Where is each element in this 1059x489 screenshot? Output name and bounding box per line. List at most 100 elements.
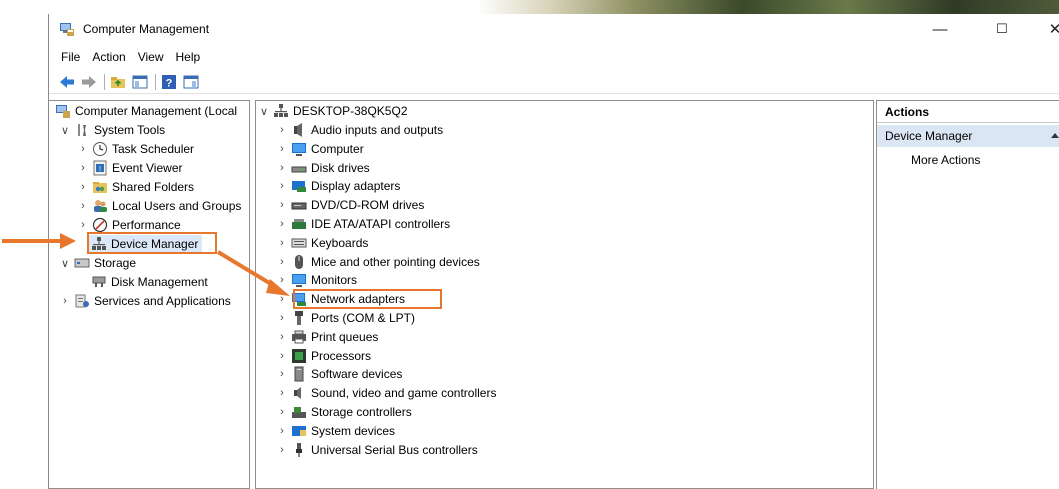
device-category-row[interactable]: › Storage controllers — [276, 403, 412, 421]
chevron-right-icon[interactable]: › — [276, 290, 288, 308]
storage-controller-icon — [291, 404, 307, 420]
actions-section-device-manager[interactable]: Device Manager — [877, 125, 1059, 147]
tree-item-local-users-groups[interactable]: › Local Users and Groups — [77, 197, 241, 215]
services-icon — [74, 293, 90, 309]
processor-icon — [291, 348, 307, 364]
device-category-row[interactable]: › Sound, video and game controllers — [276, 384, 496, 402]
device-category-row[interactable]: › Mice and other pointing devices — [276, 253, 480, 271]
device-category-row[interactable]: › DVD/CD-ROM drives — [276, 196, 424, 214]
device-category-row[interactable]: › Print queues — [276, 328, 378, 346]
chevron-right-icon[interactable]: › — [276, 422, 288, 440]
up-folder-icon[interactable] — [108, 72, 128, 92]
tree-item-label: Mice and other pointing devices — [311, 254, 480, 269]
tree-item-label: Keyboards — [311, 235, 369, 250]
collapse-triangle-icon[interactable] — [1051, 133, 1059, 138]
computer-management-icon — [55, 103, 71, 119]
chevron-right-icon[interactable]: › — [276, 441, 288, 459]
tree-item-storage[interactable]: ∨ Storage — [59, 254, 136, 272]
chevron-right-icon[interactable]: › — [276, 347, 288, 365]
chevron-right-icon[interactable]: › — [276, 159, 288, 177]
chevron-down-icon[interactable]: ∨ — [59, 254, 71, 272]
computer-management-icon — [59, 21, 75, 37]
close-button[interactable]: ✕ — [1032, 14, 1059, 44]
menu-file[interactable]: File — [49, 46, 86, 68]
chevron-right-icon[interactable]: › — [276, 328, 288, 346]
device-category-row[interactable]: › Audio inputs and outputs — [276, 121, 443, 139]
toolbar-separator — [155, 73, 156, 90]
more-actions-link[interactable]: More Actions — [911, 151, 980, 169]
device-category-row[interactable]: › System devices — [276, 422, 395, 440]
software-device-icon — [291, 366, 307, 382]
chevron-right-icon[interactable]: › — [77, 178, 89, 196]
menu-view[interactable]: View — [132, 46, 170, 68]
tree-item-system-tools[interactable]: ∨ System Tools — [59, 121, 165, 139]
device-category-row[interactable]: › Monitors — [276, 271, 357, 289]
chevron-right-icon[interactable]: › — [276, 140, 288, 158]
disk-drive-icon — [291, 160, 307, 176]
tree-item-label: Software devices — [311, 367, 403, 382]
menu-action[interactable]: Action — [86, 46, 131, 68]
tree-item-label: DVD/CD-ROM drives — [311, 198, 425, 213]
ide-controller-icon — [291, 216, 307, 232]
chevron-down-icon[interactable]: ∨ — [59, 121, 71, 139]
tree-item-computer-management[interactable]: Computer Management (Local — [55, 102, 237, 120]
chevron-right-icon[interactable]: › — [276, 121, 288, 139]
highlight-network-adapters — [293, 289, 442, 309]
tree-item-shared-folders[interactable]: › Shared Folders — [77, 178, 194, 196]
device-category-row[interactable]: › Keyboards — [276, 234, 368, 252]
toolbar: ? — [49, 70, 1059, 94]
device-category-row[interactable]: › Software devices — [276, 365, 402, 383]
window-title: Computer Management — [83, 22, 210, 36]
device-category-row[interactable]: › IDE ATA/ATAPI controllers — [276, 215, 450, 233]
tree-item-disk-management[interactable]: Disk Management — [89, 273, 208, 291]
back-arrow-icon[interactable] — [57, 72, 77, 92]
device-category-row[interactable]: › Computer — [276, 140, 364, 158]
device-category-row[interactable]: › Universal Serial Bus controllers — [276, 441, 478, 459]
chevron-right-icon[interactable]: › — [276, 215, 288, 233]
menu-help[interactable]: Help — [170, 46, 207, 68]
chevron-right-icon[interactable]: › — [276, 403, 288, 421]
maximize-button[interactable]: ☐ — [979, 14, 1025, 44]
device-category-row[interactable]: › Processors — [276, 347, 371, 365]
device-category-row[interactable]: › Disk drives — [276, 159, 370, 177]
chevron-right-icon[interactable]: › — [276, 309, 288, 327]
tree-item-desktop-root[interactable]: ∨ DESKTOP-38QK5Q2 — [258, 102, 408, 120]
chevron-right-icon[interactable]: › — [276, 196, 288, 214]
console-tree-pane: Computer Management (Local ∨ System Tool… — [49, 100, 250, 489]
chevron-down-icon[interactable]: ∨ — [258, 102, 270, 120]
system-devices-icon — [291, 423, 307, 439]
disk-management-icon — [91, 274, 107, 290]
chevron-right-icon[interactable]: › — [276, 234, 288, 252]
chevron-right-icon[interactable]: › — [276, 177, 288, 195]
tree-item-label: Storage — [94, 256, 137, 270]
show-hide-action-pane-icon[interactable] — [181, 72, 201, 92]
users-icon — [92, 198, 108, 214]
chevron-right-icon[interactable]: › — [276, 365, 288, 383]
tree-item-label: Performance — [112, 218, 181, 232]
show-hide-tree-icon[interactable] — [130, 72, 150, 92]
display-adapter-icon — [291, 178, 307, 194]
tree-item-services-applications[interactable]: › Services and Applications — [59, 292, 231, 310]
computer-management-window: Computer Management — ☐ ✕ File Action Vi… — [48, 14, 1059, 489]
tree-item-label: System devices — [311, 423, 396, 438]
tree-item-task-scheduler[interactable]: › Task Scheduler — [77, 140, 194, 158]
mouse-icon — [291, 254, 307, 270]
device-category-row[interactable]: › Display adapters — [276, 177, 400, 195]
chevron-right-icon[interactable]: › — [77, 140, 89, 158]
device-category-row[interactable]: › Ports (COM & LPT) — [276, 309, 415, 327]
chevron-right-icon[interactable]: › — [59, 292, 71, 310]
chevron-right-icon[interactable]: › — [276, 271, 288, 289]
chevron-right-icon[interactable]: › — [276, 384, 288, 402]
tree-item-label: IDE ATA/ATAPI controllers — [311, 217, 451, 231]
chevron-right-icon[interactable]: › — [276, 253, 288, 271]
chevron-right-icon[interactable]: › — [77, 159, 89, 177]
desktop-computer-icon — [273, 103, 289, 119]
keyboard-icon — [291, 235, 307, 251]
tree-item-label: Ports (COM & LPT) — [311, 311, 416, 325]
tree-item-label: Sound, video and game controllers — [311, 386, 497, 401]
forward-arrow-icon[interactable] — [79, 72, 99, 92]
chevron-right-icon[interactable]: › — [77, 197, 89, 215]
minimize-button[interactable]: — — [917, 14, 963, 44]
tree-item-event-viewer[interactable]: › ! Event Viewer — [77, 159, 182, 177]
help-icon[interactable]: ? — [159, 72, 179, 92]
